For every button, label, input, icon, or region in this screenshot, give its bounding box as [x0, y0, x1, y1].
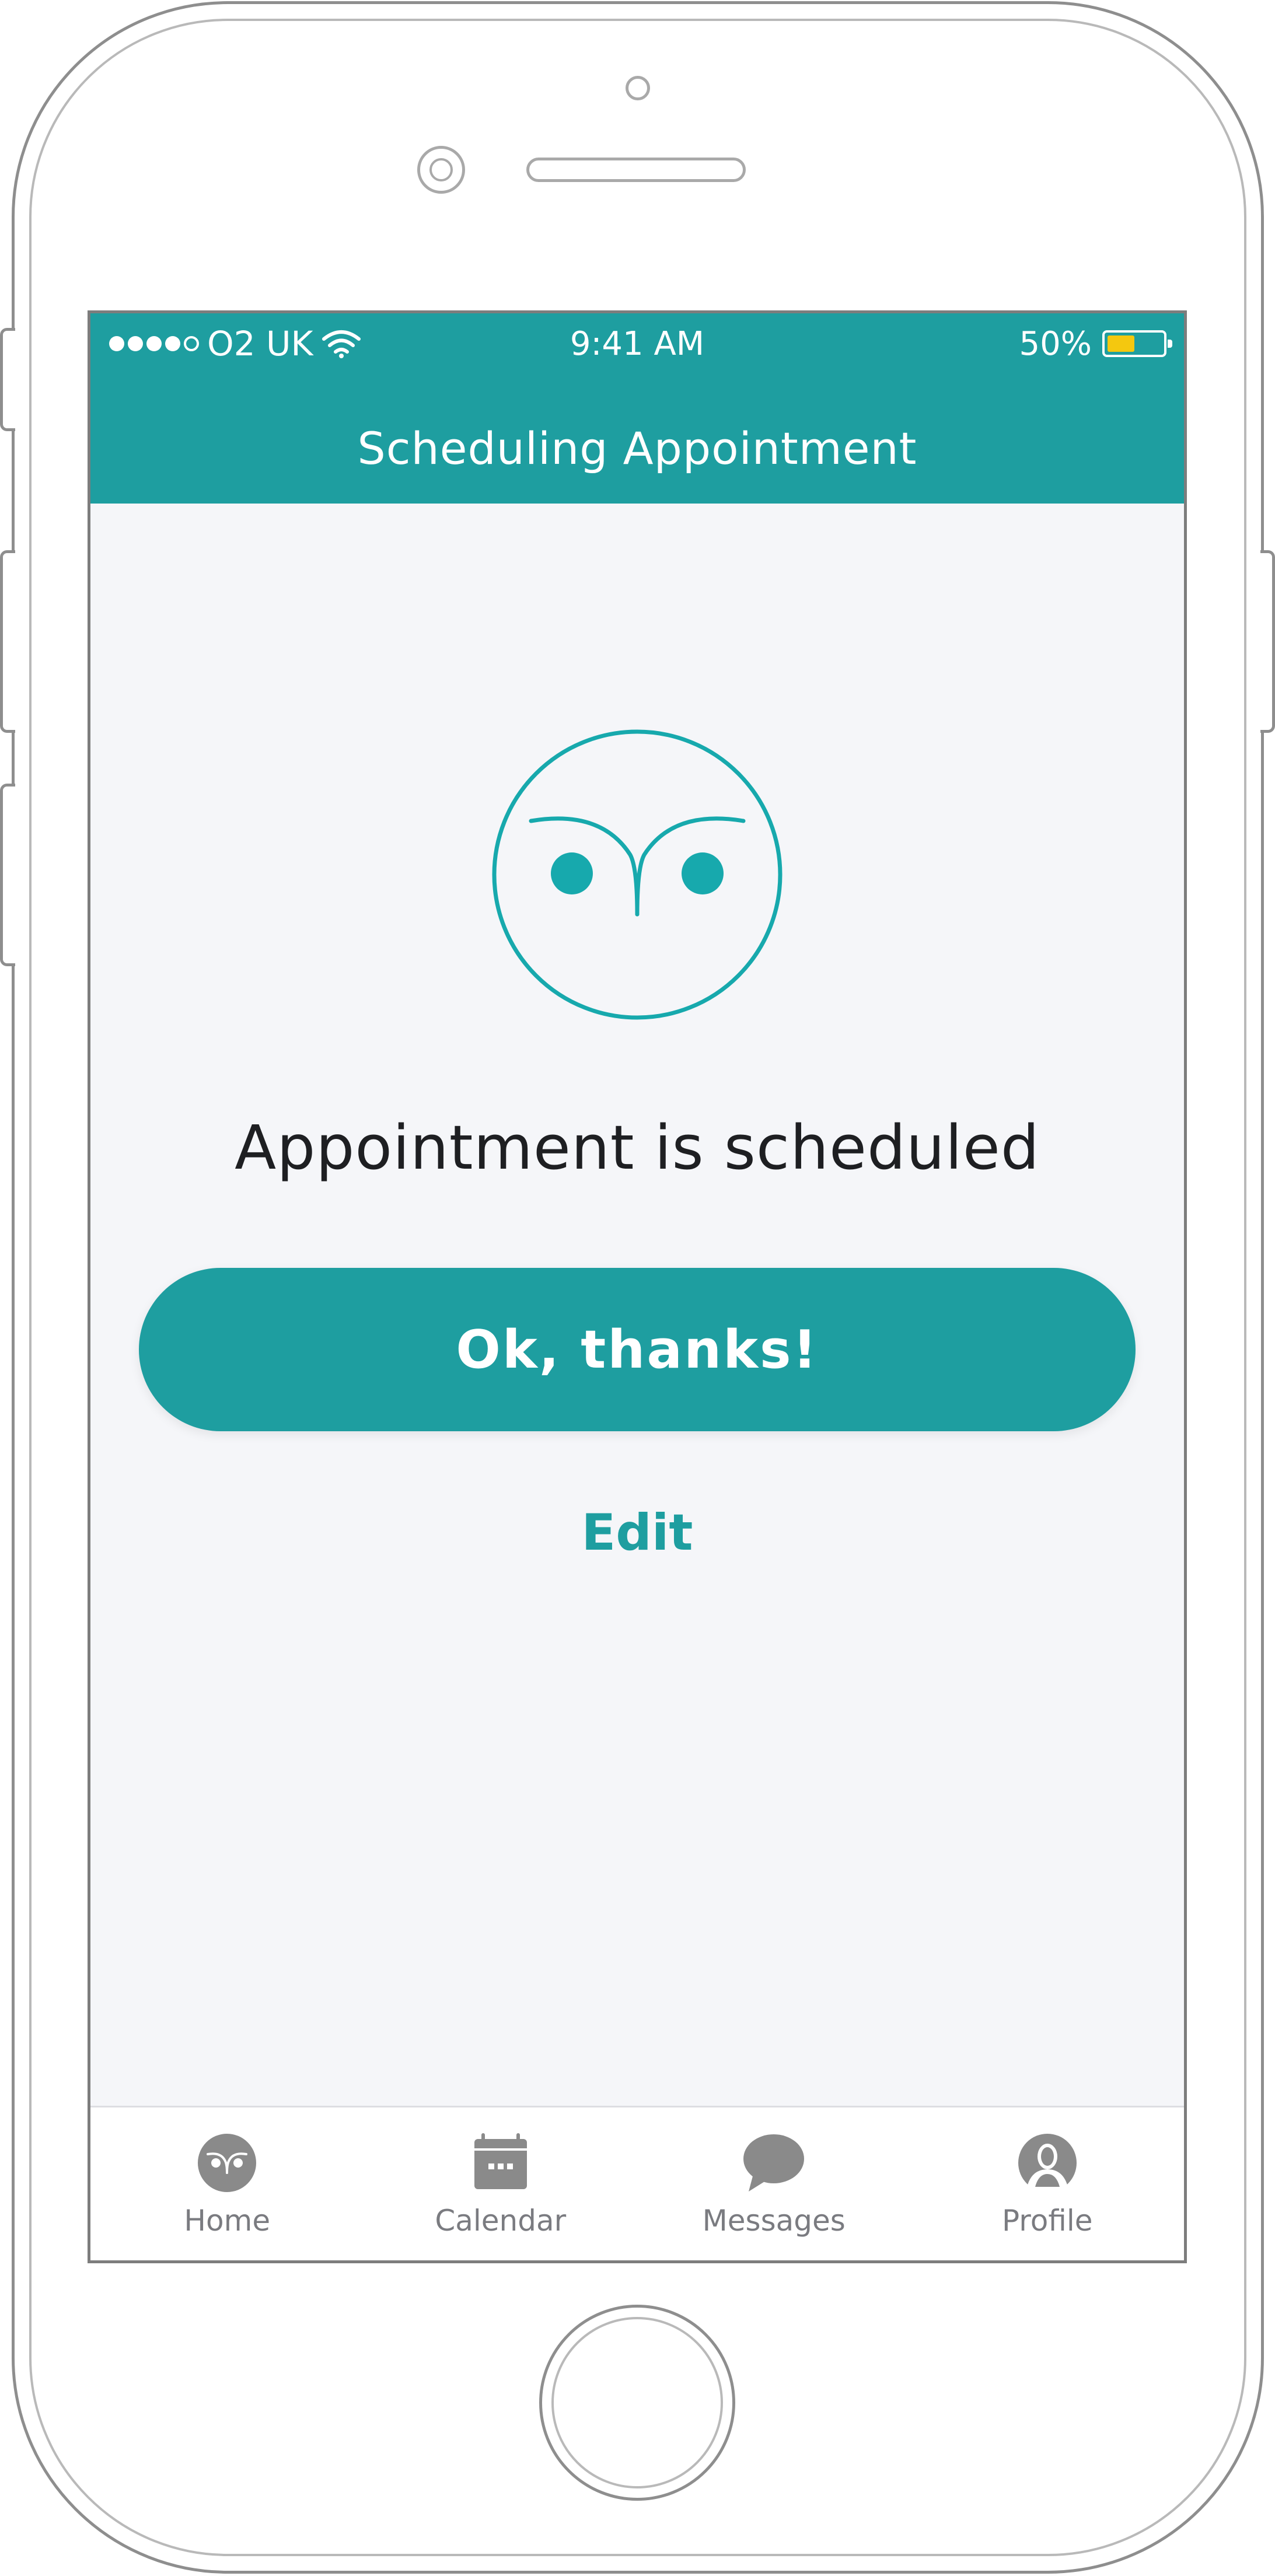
- power-button: [1260, 550, 1275, 733]
- tab-messages-label: Messages: [702, 2204, 846, 2238]
- earpiece-speaker: [526, 158, 746, 182]
- person-icon: [1018, 2134, 1077, 2194]
- tab-calendar-label: Calendar: [435, 2204, 567, 2238]
- front-camera: [626, 76, 650, 100]
- owl-icon: [492, 729, 783, 1020]
- app-screen: O2 UK 9:41 AM 50% Scheduling Appointment: [88, 310, 1187, 2263]
- status-bar: O2 UK 9:41 AM 50%: [90, 313, 1184, 374]
- ok-thanks-button[interactable]: Ok, thanks!: [139, 1268, 1136, 1431]
- tab-calendar[interactable]: Calendar: [364, 2107, 638, 2260]
- tab-messages[interactable]: Messages: [637, 2107, 911, 2260]
- battery-fill: [1108, 335, 1134, 352]
- ok-thanks-button-label: Ok, thanks!: [456, 1319, 819, 1380]
- proximity-sensor: [417, 146, 465, 194]
- battery-info: 50%: [1019, 319, 1172, 368]
- tab-home-label: Home: [184, 2204, 271, 2238]
- volume-down-button: [0, 784, 15, 966]
- battery-percentage: 50%: [1019, 324, 1092, 363]
- mute-switch: [0, 328, 15, 431]
- home-button[interactable]: [539, 2305, 735, 2501]
- calendar-icon: [474, 2133, 527, 2189]
- edit-link[interactable]: Edit: [90, 1498, 1184, 1568]
- chat-bubble-icon: [743, 2134, 805, 2191]
- navigation-bar: O2 UK 9:41 AM 50% Scheduling Appointment: [90, 313, 1184, 504]
- volume-up-button: [0, 550, 15, 733]
- page-title: Scheduling Appointment: [357, 422, 917, 474]
- owl-icon: [198, 2134, 257, 2192]
- confirmation-message: Appointment is scheduled: [235, 1112, 1040, 1183]
- tab-home[interactable]: Home: [90, 2107, 364, 2260]
- battery-icon: [1102, 330, 1172, 357]
- tab-profile[interactable]: Profile: [911, 2107, 1185, 2260]
- tab-bar: Home Calendar Messages Profile: [90, 2106, 1184, 2260]
- tab-profile-label: Profile: [1002, 2204, 1093, 2238]
